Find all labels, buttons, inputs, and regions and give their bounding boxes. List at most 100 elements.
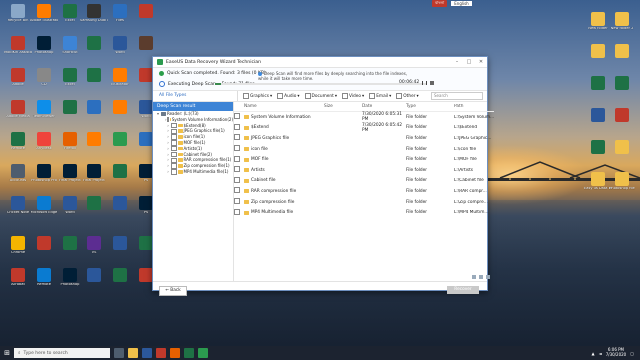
tree-checkbox[interactable] — [171, 145, 177, 152]
desktop-icon[interactable]: Adobe — [4, 68, 32, 98]
desktop-icon[interactable] — [608, 140, 636, 170]
desktop-icon[interactable] — [80, 68, 108, 98]
desktop-icon[interactable] — [106, 236, 134, 266]
desktop-icon[interactable]: Adobe Illustrator — [30, 4, 58, 34]
desktop-icon[interactable]: Word — [106, 36, 134, 66]
filter-other[interactable]: Other ▾ — [396, 93, 419, 99]
network-icon[interactable]: ▲ — [592, 351, 595, 356]
desktop-icon[interactable] — [106, 164, 134, 194]
desktop-icon[interactable]: Anydesk — [30, 132, 58, 162]
filter-checkbox[interactable] — [243, 93, 249, 99]
desktop-icon[interactable]: Recycle Bin — [4, 4, 32, 34]
filter-video[interactable]: Video ▾ — [341, 93, 364, 99]
filter-graphics[interactable]: Graphics ▾ — [243, 93, 272, 99]
stop-icon[interactable] — [430, 80, 435, 85]
table-row[interactable]: Zip compression file File folder L:\Zip co… — [234, 197, 494, 208]
table-row[interactable]: $Extend 7/30/2020 6:05:42 PM File folder L:… — [234, 123, 494, 134]
desktop-icon[interactable]: MobiKin Assistant — [4, 36, 32, 66]
search-input[interactable]: Search — [431, 92, 483, 100]
desktop-icon[interactable] — [106, 196, 134, 226]
grid-view-icon[interactable] — [479, 275, 484, 279]
desktop-icon[interactable] — [608, 108, 636, 138]
filter-email[interactable]: Email ▾ — [369, 93, 391, 99]
tree-checkbox[interactable] — [171, 134, 177, 140]
row-checkbox[interactable] — [234, 198, 240, 205]
tree-checkbox[interactable] — [171, 140, 177, 146]
desktop-icon[interactable]: New folder 2 — [608, 12, 636, 42]
desktop-icon[interactable] — [106, 268, 134, 298]
desktop-icon[interactable]: Files — [106, 4, 134, 34]
thumbnail-view-icon[interactable] — [486, 275, 491, 279]
desktop-icon[interactable]: Cricket Note — [4, 196, 32, 226]
table-row[interactable]: System Volume Information 7/30/2020 6:05:… — [234, 112, 494, 123]
column-name[interactable]: Name — [242, 104, 324, 109]
desktop-icon[interactable]: Illustrator — [106, 68, 134, 98]
tree-checkbox[interactable] — [171, 169, 177, 175]
minimize-icon[interactable]: – — [451, 59, 463, 65]
row-checkbox[interactable] — [234, 123, 240, 130]
tree-item[interactable]: › MP4 Multimedia file(1) — [153, 169, 233, 175]
back-button[interactable]: ← Back — [159, 286, 187, 296]
desktop-icon[interactable]: Adobe Media — [4, 100, 32, 130]
list-view-icon[interactable] — [472, 275, 477, 279]
desktop-icon[interactable] — [608, 44, 636, 74]
column-path[interactable]: Path — [454, 104, 494, 109]
table-row[interactable]: MP4 Multimedia file File folder L:\MP4 Mul… — [234, 207, 494, 218]
desktop-icon[interactable] — [80, 268, 108, 298]
desktop-icon[interactable]: Photoshop — [30, 36, 58, 66]
language-indicator[interactable]: English — [451, 1, 472, 6]
column-type[interactable]: Type — [406, 104, 454, 109]
filter-checkbox[interactable] — [396, 93, 403, 99]
table-row[interactable]: MOF file File folder L:\MOF file — [234, 154, 494, 165]
desktop-icon[interactable]: Remote — [30, 268, 58, 298]
desktop-icon[interactable] — [106, 132, 134, 162]
firefox-taskbar-icon[interactable] — [170, 348, 180, 358]
tree-checkbox[interactable] — [171, 122, 177, 129]
filter-checkbox[interactable] — [304, 93, 311, 99]
tree-checkbox[interactable] — [171, 157, 177, 164]
tree-checkbox[interactable] — [171, 128, 177, 135]
table-row[interactable]: RAR compression file File folder L:\RAR co… — [234, 186, 494, 197]
column-size[interactable]: Size — [324, 104, 362, 109]
filter-audio[interactable]: Audio ▾ — [277, 93, 300, 99]
pause-icon[interactable] — [422, 80, 428, 85]
desktop-icon[interactable] — [80, 100, 108, 130]
filter-document[interactable]: Document ▾ — [304, 93, 337, 99]
taskbar-search[interactable]: ⌕ Type here to search — [14, 348, 110, 358]
desktop-icon[interactable]: CD — [30, 68, 58, 98]
desktop-icon[interactable] — [80, 36, 108, 66]
table-row[interactable]: Artists File folder L:\Artists — [234, 165, 494, 176]
desktop-icon[interactable]: Acrobat — [4, 268, 32, 298]
row-checkbox[interactable] — [234, 208, 240, 215]
easeus-taskbar-icon[interactable] — [198, 348, 208, 358]
row-checkbox[interactable] — [234, 113, 240, 120]
word-taskbar-icon[interactable] — [142, 348, 152, 358]
row-checkbox[interactable] — [234, 134, 240, 141]
tree-checkbox[interactable] — [171, 163, 177, 169]
desktop-icon[interactable] — [80, 196, 108, 226]
app-taskbar-icon[interactable] — [156, 348, 166, 358]
row-checkbox[interactable] — [234, 145, 240, 152]
row-checkbox[interactable] — [234, 187, 240, 194]
desktop-icon[interactable] — [132, 4, 160, 34]
desktop-icon[interactable]: Chrome — [4, 236, 32, 266]
windows-start-icon[interactable]: ⊞ — [0, 346, 14, 360]
desktop-icon[interactable]: Samsung Dual Messenger — [80, 4, 108, 34]
table-row[interactable]: JPEG Graphics file File folder L:\JPEG Gra… — [234, 133, 494, 144]
close-icon[interactable]: ✕ — [475, 59, 487, 65]
desktop-icon[interactable]: Photoshop Pro — [30, 164, 58, 194]
desktop-icon[interactable]: Accounts — [4, 164, 32, 194]
desktop-icon[interactable] — [80, 132, 108, 162]
tree-checkbox[interactable] — [171, 151, 177, 158]
keyboard-indicator[interactable]: বাংলা — [432, 0, 448, 7]
column-date[interactable]: Date — [362, 104, 406, 109]
task-view-icon[interactable] — [114, 348, 124, 358]
all-file-types-tab[interactable]: All File Types — [153, 91, 238, 101]
filter-checkbox[interactable] — [277, 93, 284, 99]
volume-icon[interactable]: ◄ — [599, 351, 602, 356]
row-checkbox[interactable] — [234, 155, 240, 162]
file-explorer-icon[interactable] — [128, 348, 138, 358]
row-checkbox[interactable] — [234, 176, 240, 183]
desktop-icon[interactable] — [608, 76, 636, 106]
desktop-icon[interactable] — [106, 100, 134, 130]
